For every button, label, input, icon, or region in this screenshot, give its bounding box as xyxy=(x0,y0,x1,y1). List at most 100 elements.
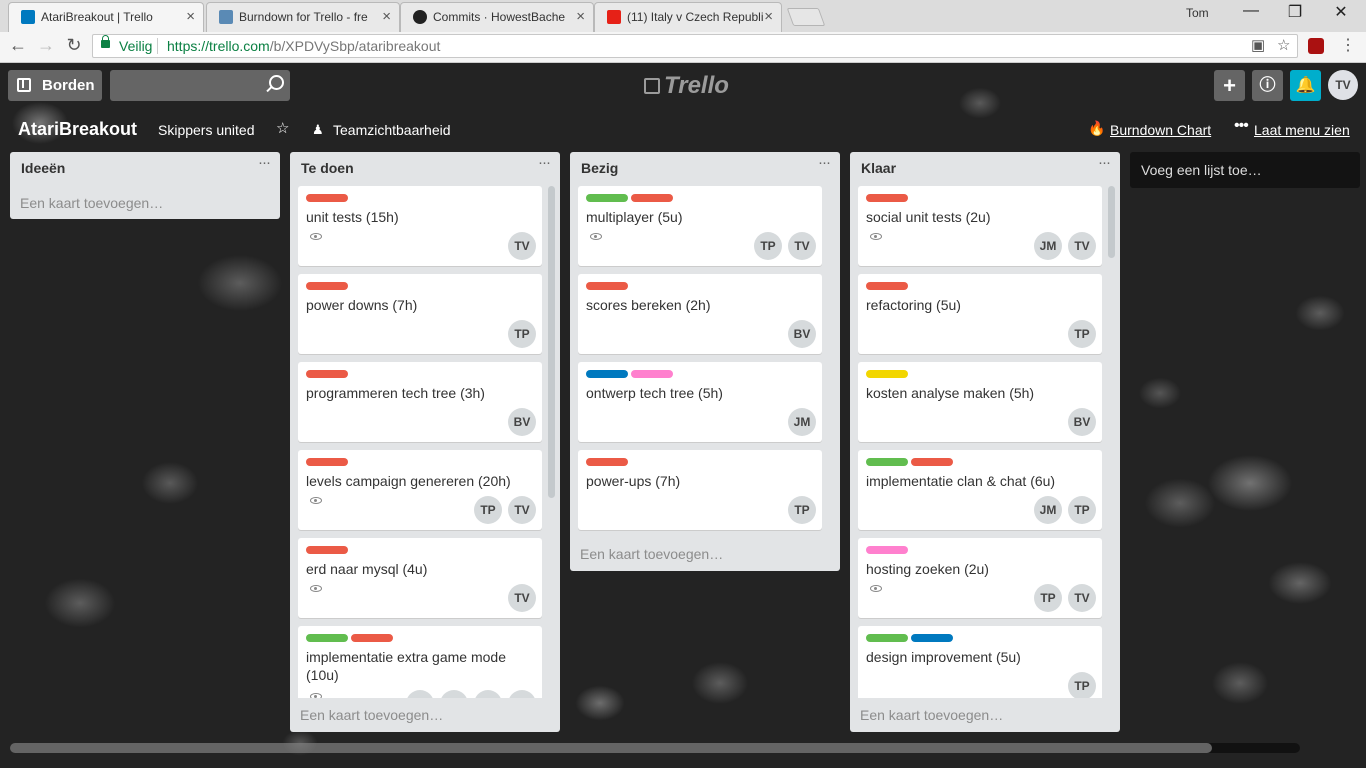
chrome-menu-icon[interactable]: ⋮ xyxy=(1336,35,1360,55)
card[interactable]: kosten analyse maken (5h) BV xyxy=(858,362,1102,442)
address-bar[interactable]: Veilig https://trello.com/b/XPDVySbp/ata… xyxy=(92,34,1298,58)
profile-name[interactable]: Tom xyxy=(1186,6,1209,20)
browser-tab[interactable]: Burndown for Trello - fre × xyxy=(206,2,400,32)
list-menu-icon[interactable]: ··· xyxy=(818,154,831,171)
add-card-link[interactable]: Een kaart toevoegen… xyxy=(580,546,723,562)
avatar[interactable]: TP xyxy=(474,496,502,524)
info-button[interactable]: ⓘ xyxy=(1252,70,1283,101)
avatar[interactable]: TP xyxy=(1034,584,1062,612)
team-name[interactable]: Skippers united xyxy=(158,122,255,138)
close-icon[interactable]: × xyxy=(576,3,585,31)
watch-eye-icon xyxy=(870,233,882,240)
star-icon[interactable]: ☆ xyxy=(276,119,289,137)
card[interactable]: scores bereken (2h) BV xyxy=(578,274,822,354)
browser-tab[interactable]: (11) Italy v Czech Republi × xyxy=(594,2,782,32)
bookmark-star-icon[interactable]: ☆ xyxy=(1277,35,1290,57)
card[interactable]: erd naar mysql (4u) TV xyxy=(298,538,542,618)
add-card-link[interactable]: Een kaart toevoegen… xyxy=(300,707,443,723)
card-members: JM TV xyxy=(1028,232,1096,260)
create-button[interactable]: + xyxy=(1214,70,1245,101)
search-input[interactable] xyxy=(110,70,290,101)
avatar[interactable]: JM xyxy=(1034,496,1062,524)
card[interactable]: hosting zoeken (2u) TP TV xyxy=(858,538,1102,618)
notifications-button[interactable]: 🔔 xyxy=(1290,70,1321,101)
card[interactable]: unit tests (15h) TV xyxy=(298,186,542,266)
window-close-icon[interactable]: ✕ xyxy=(1326,2,1356,22)
avatar[interactable]: BV xyxy=(508,408,536,436)
ublock-extension-icon[interactable] xyxy=(1308,38,1324,54)
close-icon[interactable]: × xyxy=(382,3,391,31)
card-title: power-ups (7h) xyxy=(586,473,681,489)
avatar[interactable]: TV xyxy=(1068,584,1096,612)
avatar[interactable]: JM xyxy=(1034,232,1062,260)
add-card-link[interactable]: Een kaart toevoegen… xyxy=(860,707,1003,723)
restore-icon[interactable]: ❐ xyxy=(1280,2,1310,22)
card[interactable]: design improvement (5u) TP xyxy=(858,626,1102,698)
avatar[interactable]: TV xyxy=(1328,70,1358,100)
visibility-label[interactable]: Teamzichtbaarheid xyxy=(333,122,451,138)
card[interactable]: implementatie clan & chat (6u) JM TP xyxy=(858,450,1102,530)
browser-tab[interactable]: AtariBreakout | Trello × xyxy=(8,2,204,32)
avatar[interactable]: TP xyxy=(788,496,816,524)
avatar[interactable]: TV xyxy=(508,232,536,260)
close-icon[interactable]: × xyxy=(764,3,773,31)
card[interactable]: multiplayer (5u) TP TV xyxy=(578,186,822,266)
card[interactable]: power downs (7h) TP xyxy=(298,274,542,354)
avatar[interactable]: BV xyxy=(1068,408,1096,436)
burndown-chart-link[interactable]: Burndown Chart xyxy=(1110,122,1211,138)
burndown-favicon-icon xyxy=(219,10,233,24)
avatar[interactable]: TP xyxy=(1068,496,1096,524)
card[interactable]: ontwerp tech tree (5h) JM xyxy=(578,362,822,442)
avatar[interactable]: JM xyxy=(788,408,816,436)
list-menu-icon[interactable]: ··· xyxy=(258,154,271,171)
avatar[interactable]: TP xyxy=(508,320,536,348)
avatar[interactable]: TP xyxy=(1068,320,1096,348)
list-title[interactable]: Te doen xyxy=(301,160,354,176)
avatar[interactable]: TP xyxy=(754,232,782,260)
board-title[interactable]: AtariBreakout xyxy=(18,119,137,140)
list-title[interactable]: Klaar xyxy=(861,160,896,176)
avatar[interactable]: TV xyxy=(1068,232,1096,260)
show-menu-link[interactable]: Laat menu zien xyxy=(1254,122,1350,138)
add-list-button[interactable]: Voeg een lijst toe… xyxy=(1130,152,1360,188)
avatar[interactable] xyxy=(406,690,434,698)
card[interactable]: levels campaign genereren (20h) TP TV xyxy=(298,450,542,530)
new-tab-button[interactable] xyxy=(786,8,826,26)
card-label xyxy=(586,370,628,378)
cast-icon[interactable]: ▣ xyxy=(1251,35,1265,57)
card[interactable]: power-ups (7h) TP xyxy=(578,450,822,530)
boards-button[interactable]: Borden xyxy=(8,70,102,101)
avatar[interactable]: TV xyxy=(508,584,536,612)
forward-icon[interactable]: → xyxy=(34,35,58,56)
avatar[interactable]: TV xyxy=(508,496,536,524)
list-menu-icon[interactable]: ··· xyxy=(1098,154,1111,171)
lock-icon xyxy=(101,35,110,48)
card[interactable]: programmeren tech tree (3h) BV xyxy=(298,362,542,442)
card[interactable]: refactoring (5u) TP xyxy=(858,274,1102,354)
avatar[interactable] xyxy=(508,690,536,698)
list-scrollbar[interactable] xyxy=(1108,186,1115,258)
card-label xyxy=(306,546,348,554)
list-scrollbar[interactable] xyxy=(548,186,555,498)
browser-tab[interactable]: Commits · HowestBache × xyxy=(400,2,594,32)
avatar[interactable] xyxy=(440,690,468,698)
list-menu-icon[interactable]: ··· xyxy=(538,154,551,171)
reload-icon[interactable]: ↻ xyxy=(62,35,86,56)
avatar[interactable]: BV xyxy=(788,320,816,348)
search-icon[interactable] xyxy=(269,75,284,90)
add-card-link[interactable]: Een kaart toevoegen… xyxy=(20,195,163,211)
close-icon[interactable]: × xyxy=(186,3,195,31)
card-labels xyxy=(866,634,956,642)
list-title[interactable]: Ideeën xyxy=(21,160,65,176)
minimize-icon[interactable]: — xyxy=(1236,2,1266,20)
trello-logo[interactable]: Trello xyxy=(644,72,729,100)
back-icon[interactable]: ← xyxy=(6,35,30,56)
list-title[interactable]: Bezig xyxy=(581,160,618,176)
scrollbar-thumb[interactable] xyxy=(10,743,1212,753)
avatar[interactable]: TV xyxy=(788,232,816,260)
avatar[interactable] xyxy=(474,690,502,698)
board-horizontal-scrollbar[interactable] xyxy=(10,743,1300,753)
card[interactable]: implementatie extra game mode (10u) xyxy=(298,626,542,698)
avatar[interactable]: TP xyxy=(1068,672,1096,698)
card[interactable]: social unit tests (2u) JM TV xyxy=(858,186,1102,266)
